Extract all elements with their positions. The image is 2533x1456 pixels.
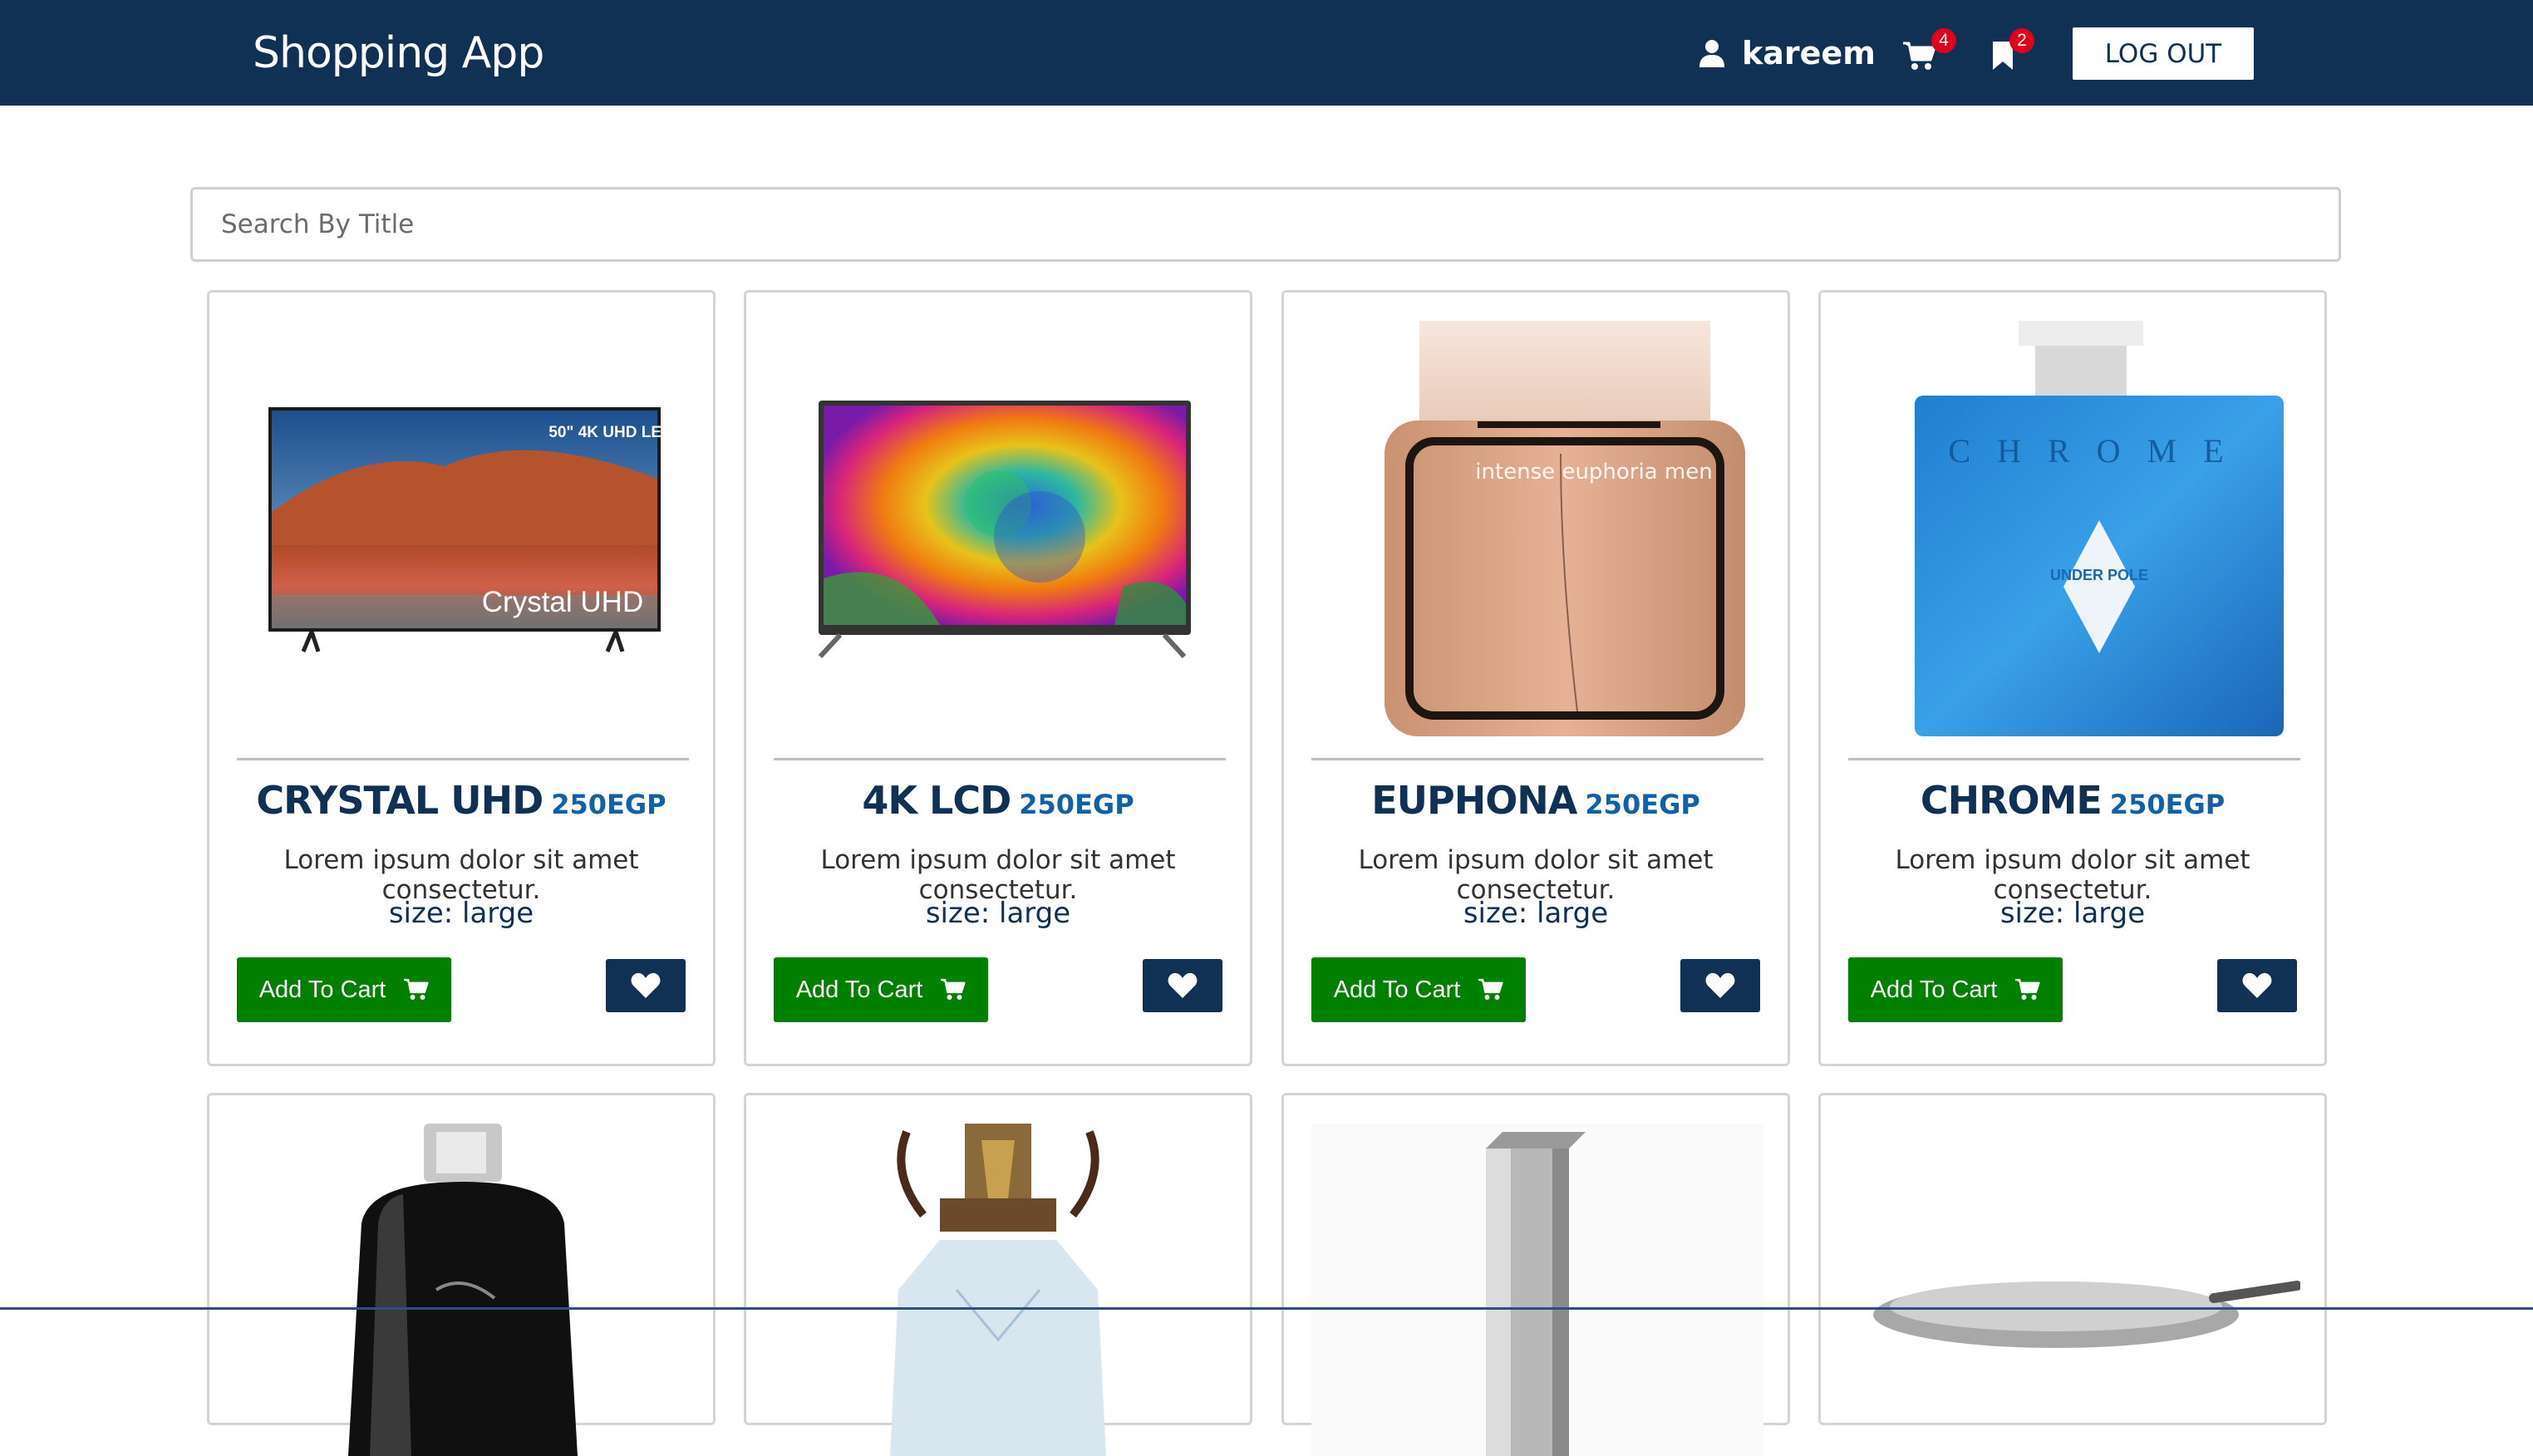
- product-size: size: large: [1999, 897, 2146, 930]
- card-divider: [1848, 758, 2300, 760]
- 4k-lcd-tv-image: [818, 401, 1191, 659]
- product-card: [1281, 1093, 1790, 1456]
- add-to-cart-button[interactable]: Add To Cart: [1311, 957, 1526, 1022]
- product-image[interactable]: [1311, 1124, 1763, 1456]
- product-image[interactable]: intense euphoria men: [1311, 321, 1763, 736]
- card-divider: [237, 758, 689, 760]
- add-to-cart-button[interactable]: Add To Cart: [237, 957, 451, 1022]
- navbar: Shopping App kareem 4 2 LOG OUT: [0, 0, 2533, 106]
- dark-cologne-bottle-image: [348, 1124, 578, 1456]
- heart-icon: [2242, 972, 2272, 998]
- product-image[interactable]: [774, 1124, 1226, 1456]
- product-title: CRYSTAL UHD 250EGP: [209, 778, 713, 823]
- product-image[interactable]: [237, 1124, 689, 1456]
- username: kareem: [1742, 35, 1876, 71]
- product-card: [744, 1093, 1252, 1456]
- product-image[interactable]: [1848, 1124, 2300, 1456]
- euphoria-perfume-image: intense euphoria men: [1385, 321, 1745, 736]
- product-card: [1818, 1093, 2327, 1425]
- product-image[interactable]: [774, 321, 1226, 736]
- cart-button[interactable]: 4: [1903, 28, 1956, 76]
- saved-count-badge: 2: [2009, 28, 2034, 53]
- product-name: CRYSTAL UHD: [256, 778, 543, 823]
- cart-icon: [941, 978, 966, 1000]
- favorite-button[interactable]: [2217, 959, 2297, 1012]
- ornate-perfume-bottle-image: [890, 1124, 1106, 1456]
- card-divider: [774, 758, 1226, 760]
- product-card: CHROME UNDER POLE CHROME 250EGP Lorem ips…: [1818, 290, 2327, 1066]
- cooking-pan-image: [1873, 1281, 2300, 1348]
- user-profile[interactable]: kareem: [1699, 30, 1876, 76]
- product-size: size: large: [1463, 897, 1609, 930]
- saved-items-button[interactable]: 2: [1988, 28, 2038, 76]
- product-price: 250EGP: [2109, 789, 2226, 820]
- cart-count-badge: 4: [1931, 28, 1956, 53]
- product-title: EUPHONA 250EGP: [1284, 778, 1788, 823]
- product-image[interactable]: CHROME UNDER POLE: [1848, 321, 2300, 736]
- favorite-button[interactable]: [1680, 959, 1760, 1012]
- product-name: 4K LCD: [862, 778, 1011, 823]
- product-title: 4K LCD 250EGP: [746, 778, 1250, 823]
- favorite-button[interactable]: [606, 959, 686, 1012]
- product-name: EUPHONA: [1371, 778, 1577, 823]
- crystal-uhd-tv-image: 50" 4K UHD LED Crystal UHD: [268, 407, 673, 652]
- add-to-cart-label: Add To Cart: [258, 976, 386, 1003]
- product-card: 50" 4K UHD LED Crystal UHD CRYSTAL UHD 25…: [207, 290, 716, 1066]
- product-price: 250EGP: [1585, 789, 1700, 820]
- user-icon: [1699, 40, 1724, 67]
- crystal-uhd-tv-image-brand: Crystal UHD: [482, 586, 643, 618]
- cart-icon: [1478, 978, 1503, 1000]
- chrome-perfume-image-label: CHROME: [1948, 432, 2250, 470]
- product-image[interactable]: 50" 4K UHD LED Crystal UHD: [237, 321, 689, 736]
- product-price: 250EGP: [1019, 789, 1134, 820]
- product-size: size: large: [925, 897, 1071, 930]
- heart-icon: [1168, 972, 1198, 998]
- add-to-cart-button[interactable]: Add To Cart: [1848, 957, 2063, 1022]
- crystal-uhd-tv-image-label: 50" 4K UHD LED: [548, 424, 672, 441]
- logout-button[interactable]: LOG OUT: [2073, 27, 2254, 80]
- euphoria-perfume-image-label: intense euphoria men: [1475, 460, 1712, 485]
- cart-icon: [1903, 42, 1936, 70]
- product-size: size: large: [388, 897, 534, 930]
- product-price: 250EGP: [551, 789, 666, 820]
- favorite-button[interactable]: [1143, 959, 1222, 1012]
- add-to-cart-button[interactable]: Add To Cart: [774, 957, 988, 1022]
- cart-icon: [404, 978, 429, 1000]
- search-input[interactable]: [190, 187, 2341, 262]
- product-title: CHROME 250EGP: [1821, 778, 2324, 823]
- chrome-perfume-image-emblem: UNDER POLE: [2050, 567, 2148, 583]
- cart-icon: [2015, 978, 2040, 1000]
- product-card: 4K LCD 250EGP Lorem ipsum dolor sit amet …: [744, 290, 1252, 1066]
- product-card: [207, 1093, 716, 1456]
- add-to-cart-label: Add To Cart: [1333, 976, 1461, 1003]
- add-to-cart-label: Add To Cart: [1870, 976, 1998, 1003]
- heart-icon: [1705, 972, 1735, 998]
- product-name: CHROME: [1920, 778, 2103, 823]
- card-divider: [1311, 758, 1763, 760]
- app-brand[interactable]: Shopping App: [253, 23, 544, 83]
- product-card: intense euphoria men EUPHONA 250EGP Lorem…: [1281, 290, 1790, 1066]
- chrome-perfume-image: CHROME UNDER POLE: [1915, 321, 2284, 736]
- add-to-cart-label: Add To Cart: [795, 976, 923, 1003]
- silver-bottle-image: [1311, 1124, 1763, 1456]
- heart-icon: [631, 972, 661, 998]
